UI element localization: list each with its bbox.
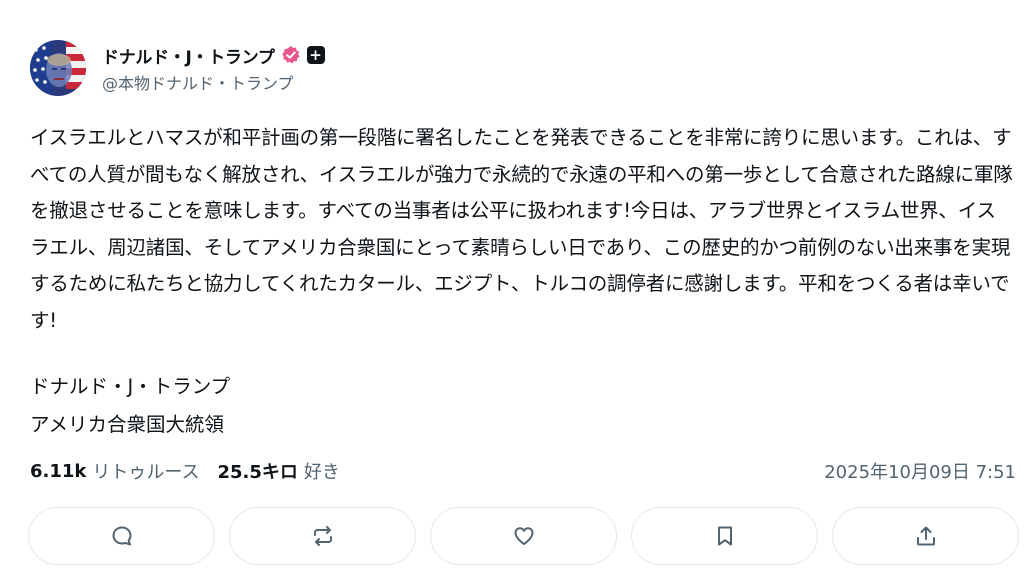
display-name[interactable]: ドナルド・J・トランプ	[102, 43, 275, 68]
author-handle[interactable]: @本物ドナルド・トランプ	[102, 70, 325, 94]
likes-count[interactable]: 25.5キロ	[218, 458, 298, 484]
post-card: ドナルド・J・トランプ + @本物ドナルド・トランプ イスラエルとハマスが和平計…	[0, 0, 1036, 588]
like-icon	[514, 527, 533, 545]
avatar[interactable]	[30, 40, 86, 96]
signature-title: アメリカ合衆国大統領	[30, 413, 225, 436]
bookmark-icon	[717, 526, 732, 546]
action-bar	[28, 507, 1019, 565]
retweets-label[interactable]: リトゥルース	[92, 458, 199, 484]
verified-badge-icon	[281, 45, 301, 65]
signature-name: ドナルド・J・トランプ	[30, 375, 231, 398]
reply-icon	[112, 526, 131, 546]
author-identity: ドナルド・J・トランプ + @本物ドナルド・トランプ	[102, 42, 325, 94]
post-signature: ドナルド・J・トランプ アメリカ合衆国大統領	[30, 368, 230, 444]
post-timestamp: 2025年10月09日 7:51	[824, 462, 1016, 483]
name-row: ドナルド・J・トランプ +	[102, 42, 325, 68]
share-icon	[916, 526, 935, 546]
likes-label[interactable]: 好き	[304, 458, 340, 484]
bookmark-button[interactable]	[631, 507, 818, 565]
share-button[interactable]	[832, 507, 1019, 565]
retruth-button[interactable]	[229, 507, 416, 565]
post-body: イスラエルとハマスが和平計画の第一段階に署名したことを発表できることを非常に誇り…	[30, 126, 1013, 332]
post-header: ドナルド・J・トランプ + @本物ドナルド・トランプ	[30, 40, 325, 96]
plus-badge-icon: +	[306, 46, 325, 64]
retruth-icon	[313, 526, 332, 546]
reply-button[interactable]	[28, 507, 215, 565]
retweets-count[interactable]: 6.11k	[30, 461, 86, 482]
like-button[interactable]	[430, 507, 617, 565]
post-stats: 6.11k リトゥルース 25.5キロ 好き	[30, 456, 340, 486]
flag-portrait-avatar-icon	[30, 40, 86, 96]
